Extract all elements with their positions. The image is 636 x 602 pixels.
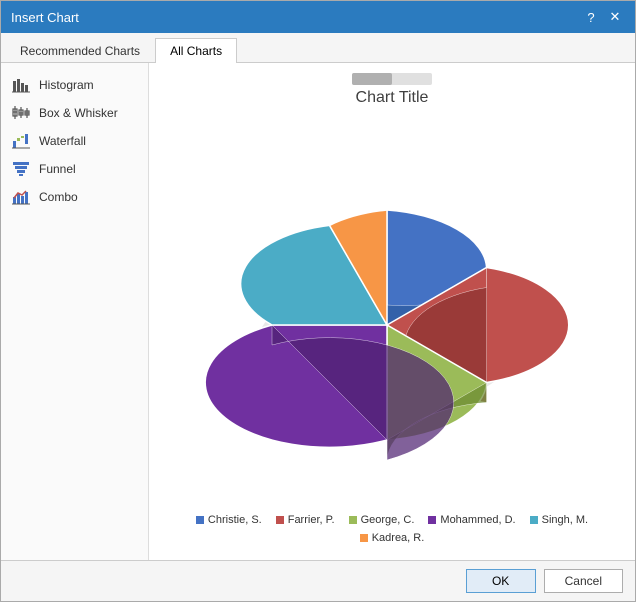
waterfall-label: Waterfall [39, 134, 86, 148]
legend-color-dot [360, 534, 368, 542]
histogram-icon [11, 76, 31, 94]
combo-icon [11, 188, 31, 206]
tab-all-charts[interactable]: All Charts [155, 38, 237, 63]
tabs-bar: Recommended Charts All Charts [1, 33, 635, 63]
box-whisker-icon [11, 104, 31, 122]
legend-item: Singh, M. [530, 514, 588, 526]
close-button[interactable]: ✕ [605, 8, 625, 26]
chart-title: Chart Title [165, 89, 619, 107]
legend-color-dot [349, 516, 357, 524]
combo-label: Combo [39, 190, 78, 204]
left-panel: Histogram Box & Whisk [1, 63, 149, 560]
legend-color-dot [276, 516, 284, 524]
ok-button[interactable]: OK [466, 569, 536, 593]
legend-item: George, C. [349, 514, 415, 526]
insert-chart-dialog: Insert Chart ? ✕ Recommended Charts All … [0, 0, 636, 602]
chart-type-waterfall[interactable]: Waterfall [1, 127, 148, 155]
scrollbar-thumb [352, 73, 392, 85]
legend-color-dot [530, 516, 538, 524]
legend-item: Christie, S. [196, 514, 262, 526]
scrollbar-area [165, 73, 619, 85]
pie-chart-svg [222, 200, 562, 420]
legend-label: Farrier, P. [288, 514, 335, 526]
legend-label: Kadrea, R. [372, 532, 425, 544]
dialog-title: Insert Chart [11, 10, 79, 25]
chart-type-combo[interactable]: Combo [1, 183, 148, 211]
box-whisker-label: Box & Whisker [39, 106, 118, 120]
chart-container [165, 111, 619, 508]
footer: OK Cancel [1, 560, 635, 601]
legend-item: Mohammed, D. [428, 514, 515, 526]
funnel-icon [11, 160, 31, 178]
legend-label: Mohammed, D. [440, 514, 515, 526]
tab-recommended-charts[interactable]: Recommended Charts [5, 38, 155, 63]
legend-color-dot [428, 516, 436, 524]
legend-item: Kadrea, R. [360, 532, 425, 544]
waterfall-icon [11, 132, 31, 150]
scrollbar-track[interactable] [352, 73, 432, 85]
help-button[interactable]: ? [581, 8, 601, 26]
right-panel: Chart Title [149, 63, 635, 560]
legend-label: Singh, M. [542, 514, 588, 526]
histogram-label: Histogram [39, 78, 94, 92]
chart-type-box-whisker[interactable]: Box & Whisker [1, 99, 148, 127]
legend-color-dot [196, 516, 204, 524]
title-bar-controls: ? ✕ [581, 8, 625, 26]
content-area: Histogram Box & Whisk [1, 63, 635, 560]
funnel-label: Funnel [39, 162, 76, 176]
chart-type-funnel[interactable]: Funnel [1, 155, 148, 183]
legend-item: Farrier, P. [276, 514, 335, 526]
legend: Christie, S. Farrier, P. George, C. Moha… [165, 508, 619, 550]
title-bar: Insert Chart ? ✕ [1, 1, 635, 33]
cancel-button[interactable]: Cancel [544, 569, 623, 593]
legend-label: George, C. [361, 514, 415, 526]
chart-type-histogram[interactable]: Histogram [1, 71, 148, 99]
legend-label: Christie, S. [208, 514, 262, 526]
